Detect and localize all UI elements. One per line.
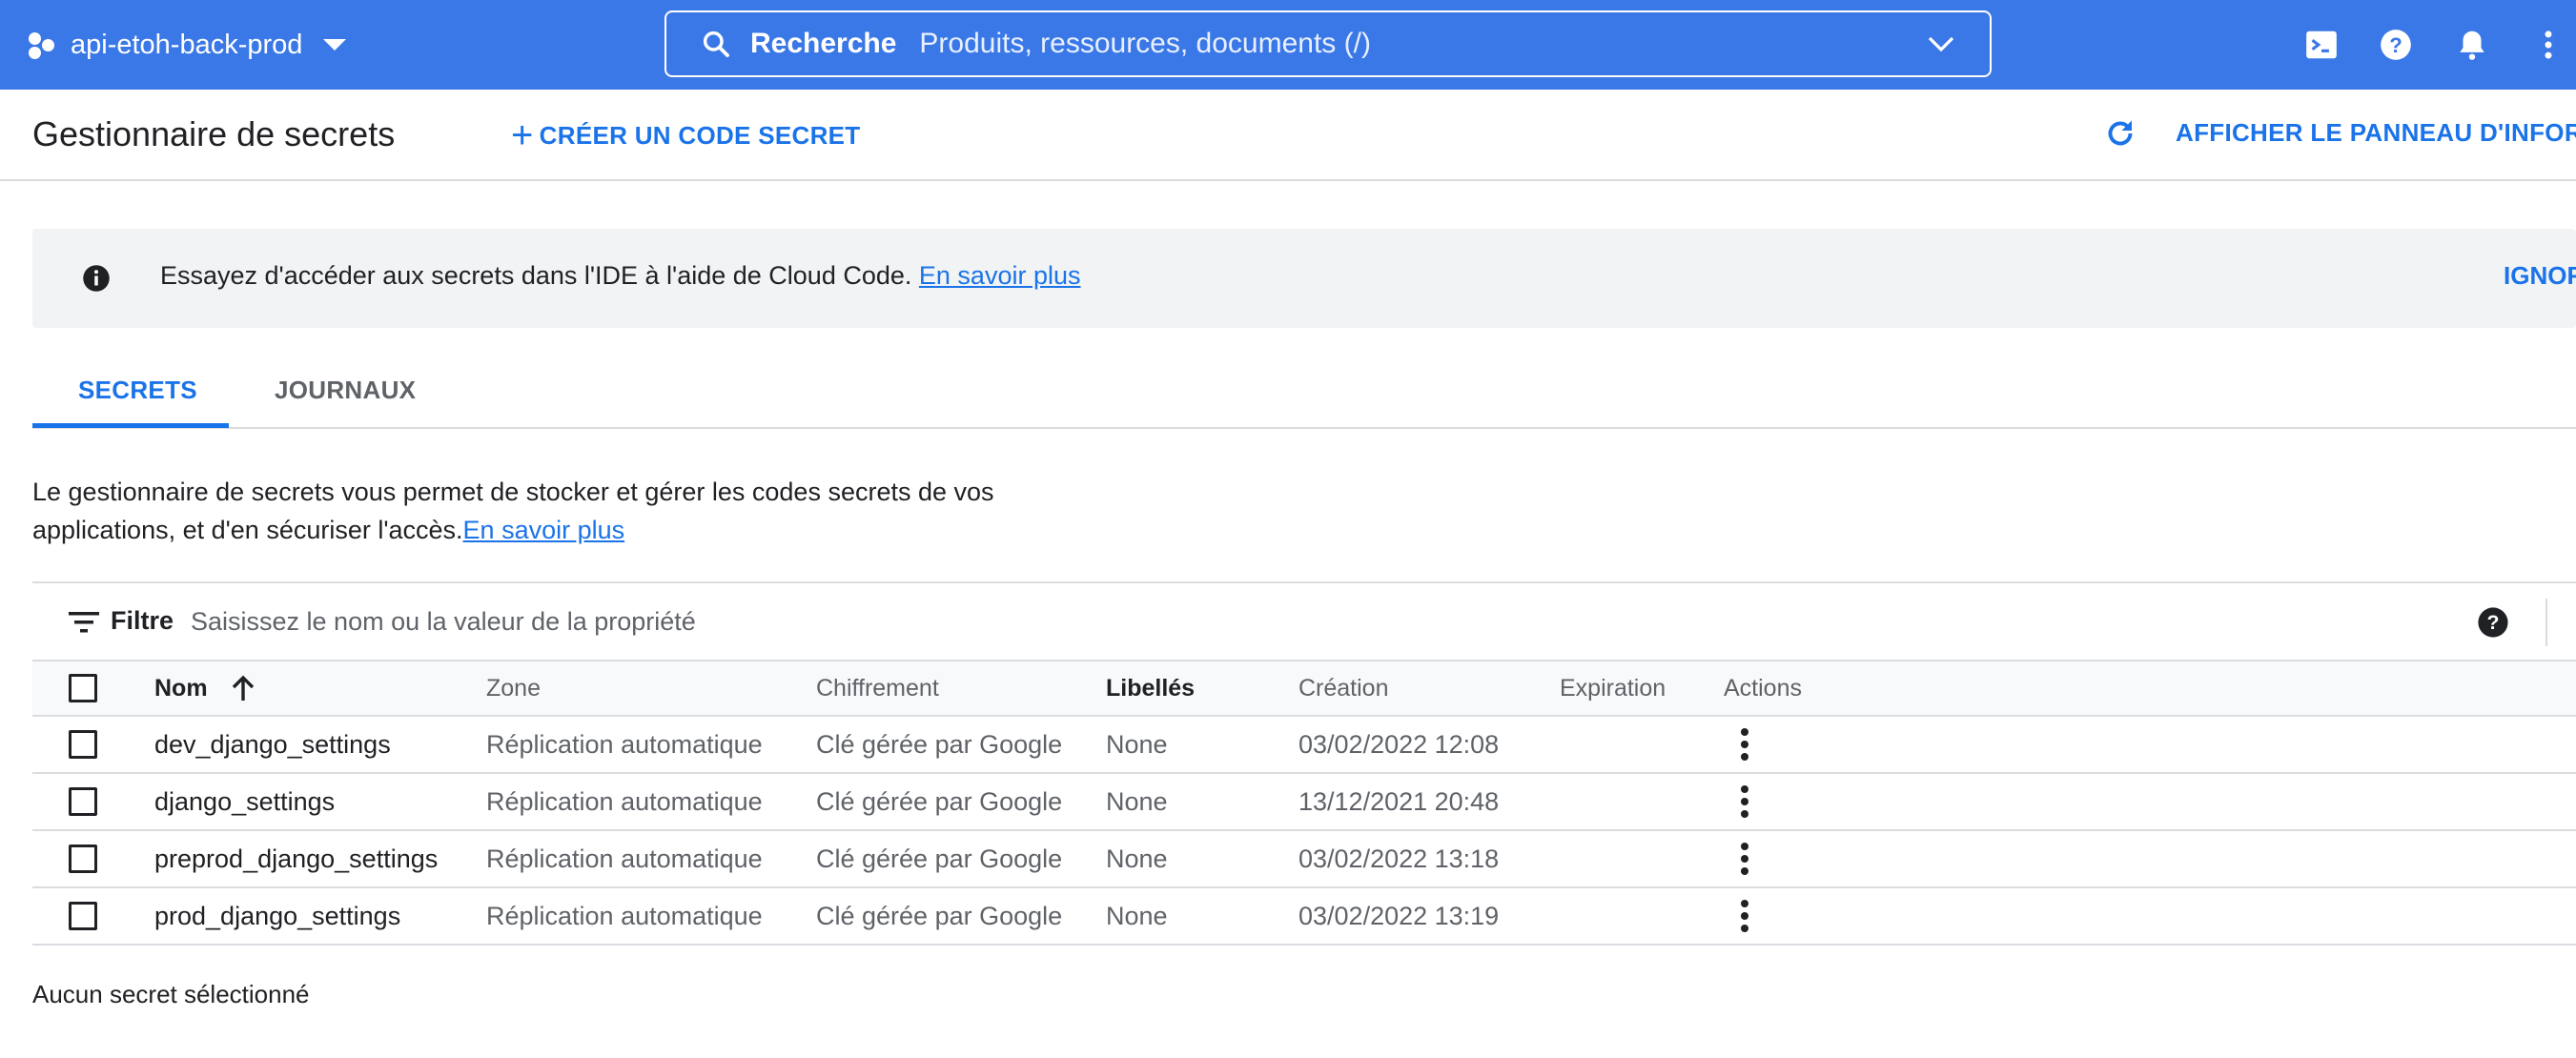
secret-encryption: Clé gérée par Google — [816, 844, 1063, 873]
banner-text: Essayez d'accéder aux secrets dans l'IDE… — [160, 261, 1081, 291]
secret-created: 13/12/2021 20:48 — [1298, 786, 1500, 816]
banner-message: Essayez d'accéder aux secrets dans l'IDE… — [160, 261, 919, 290]
secret-created: 03/02/2022 13:18 — [1298, 844, 1500, 873]
notifications-icon[interactable] — [2454, 27, 2490, 63]
select-all-checkbox[interactable] — [69, 674, 97, 702]
column-header-created[interactable]: Création — [1298, 661, 1389, 715]
banner-learn-more-link[interactable]: En savoir plus — [919, 261, 1081, 290]
create-secret-button[interactable]: + CRÉER UN CODE SECRET — [511, 116, 861, 154]
table-header-row: Nom Zone Chiffrement Libellés Création E… — [32, 661, 2576, 717]
search-icon — [703, 31, 729, 57]
secret-created: 03/02/2022 12:08 — [1298, 729, 1500, 759]
help-icon[interactable]: ? — [2378, 27, 2414, 63]
row-actions-cell — [1740, 774, 1749, 829]
filter-bar: Filtre ? — [32, 581, 2576, 661]
search-label: Recherche — [750, 28, 897, 59]
project-selector[interactable]: api-etoh-back-prod — [27, 21, 347, 69]
secret-name[interactable]: django_settings — [154, 774, 335, 829]
secret-zone: Réplication automatique — [486, 729, 763, 759]
row-checkbox-cell — [69, 888, 97, 944]
row-checkbox-cell — [69, 717, 97, 772]
column-header-actions: Actions — [1724, 674, 1802, 702]
column-header-name[interactable]: Nom — [154, 661, 256, 715]
tab-bar: SECRETS JOURNAUX — [32, 362, 2576, 429]
active-tab-indicator — [32, 423, 229, 428]
row-actions-cell — [1740, 717, 1749, 772]
row-actions-cell — [1740, 831, 1749, 886]
secret-encryption: Clé gérée par Google — [816, 786, 1063, 816]
secret-name[interactable]: preprod_django_settings — [154, 831, 438, 886]
description-line-1: Le gestionnaire de secrets vous permet d… — [32, 478, 994, 506]
help-icon[interactable]: ? — [2477, 606, 2509, 639]
create-secret-label: CRÉER UN CODE SECRET — [539, 120, 861, 150]
secret-labels: None — [1106, 844, 1168, 873]
secret-labels: None — [1106, 729, 1168, 759]
table-row[interactable]: django_settings Réplication automatique … — [32, 774, 2576, 831]
secret-labels: None — [1106, 786, 1168, 816]
project-icon — [27, 29, 59, 61]
page-title: Gestionnaire de secrets — [32, 114, 396, 153]
column-header-name-label: Nom — [154, 674, 208, 702]
refresh-icon[interactable] — [2103, 116, 2137, 151]
svg-text:?: ? — [2487, 611, 2500, 634]
description-line-2: applications, et d'en sécuriser l'accès. — [32, 516, 463, 544]
column-header-expiration[interactable]: Expiration — [1560, 661, 1666, 715]
show-info-panel-button[interactable]: AFFICHER LE PANNEAU D'INFORMA — [2176, 118, 2576, 148]
row-checkbox[interactable] — [69, 844, 97, 873]
project-name: api-etoh-back-prod — [71, 29, 303, 60]
terminal-icon[interactable] — [2303, 27, 2340, 63]
more-vert-icon[interactable] — [1740, 900, 1749, 932]
page-description: Le gestionnaire de secrets vous permet d… — [32, 473, 1081, 549]
tab-secrets[interactable]: SECRETS — [78, 376, 197, 405]
banner-dismiss-button[interactable]: IGNOR — [2504, 261, 2576, 291]
secret-created: 03/02/2022 13:19 — [1298, 901, 1500, 930]
secret-zone: Réplication automatique — [486, 901, 763, 930]
secret-encryption: Clé gérée par Google — [816, 729, 1063, 759]
search-bar[interactable]: Recherche Produits, ressources, document… — [664, 10, 1992, 77]
secret-zone: Réplication automatique — [486, 844, 763, 873]
row-checkbox-cell — [69, 774, 97, 829]
secret-zone: Réplication automatique — [486, 786, 763, 816]
top-app-bar: api-etoh-back-prod Recherche Produits, r… — [0, 0, 2576, 90]
secret-name[interactable]: dev_django_settings — [154, 717, 391, 772]
row-checkbox[interactable] — [69, 730, 97, 759]
column-header-encryption[interactable]: Chiffrement — [816, 661, 939, 715]
more-vert-icon[interactable] — [1740, 843, 1749, 875]
secret-encryption: Clé gérée par Google — [816, 901, 1063, 930]
secrets-table: Nom Zone Chiffrement Libellés Création E… — [32, 661, 2576, 946]
table-row[interactable]: prod_django_settings Réplication automat… — [32, 888, 2576, 946]
secret-labels: None — [1106, 901, 1168, 930]
select-all-checkbox-cell — [69, 661, 97, 715]
filter-list-icon[interactable] — [69, 610, 99, 635]
tab-logs[interactable]: JOURNAUX — [275, 376, 416, 405]
column-header-zone[interactable]: Zone — [486, 661, 541, 715]
more-vert-icon[interactable] — [2530, 27, 2566, 63]
page-header: Gestionnaire de secrets + CRÉER UN CODE … — [0, 90, 2576, 181]
table-row[interactable]: preprod_django_settings Réplication auto… — [32, 831, 2576, 888]
cloud-code-banner: Essayez d'accéder aux secrets dans l'IDE… — [32, 229, 2576, 328]
arrow-upward-icon[interactable] — [231, 674, 256, 702]
row-checkbox-cell — [69, 831, 97, 886]
chevron-down-icon[interactable] — [1927, 33, 1955, 54]
svg-text:?: ? — [2389, 33, 2402, 57]
selection-status: Aucun secret sélectionné — [32, 980, 310, 1008]
filter-input[interactable] — [191, 602, 1335, 641]
row-actions-cell — [1740, 888, 1749, 944]
description-learn-more-link[interactable]: En savoir plus — [463, 516, 625, 544]
info-icon — [83, 265, 110, 292]
row-checkbox[interactable] — [69, 787, 97, 816]
search-placeholder: Produits, ressources, documents (/) — [919, 28, 1371, 59]
more-vert-icon[interactable] — [1740, 785, 1749, 818]
table-row[interactable]: dev_django_settings Réplication automati… — [32, 717, 2576, 774]
secret-name[interactable]: prod_django_settings — [154, 888, 400, 944]
divider — [2545, 599, 2547, 646]
filter-label: Filtre — [111, 606, 174, 635]
chevron-down-icon — [323, 39, 347, 51]
more-vert-icon[interactable] — [1740, 728, 1749, 761]
add-icon: + — [511, 114, 534, 156]
row-checkbox[interactable] — [69, 902, 97, 930]
column-header-labels[interactable]: Libellés — [1106, 661, 1195, 715]
